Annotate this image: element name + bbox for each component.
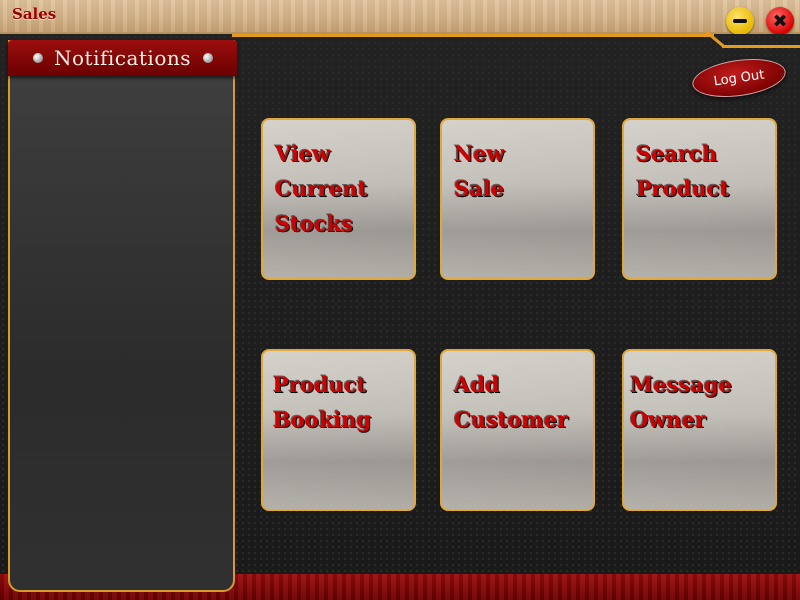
close-button[interactable]: ✖ (766, 7, 794, 35)
search-product-tile[interactable]: Search Product (622, 118, 777, 280)
new-sale-tile[interactable]: New Sale (440, 118, 595, 280)
window-title: Sales (12, 5, 57, 23)
notifications-panel (8, 40, 235, 592)
tile-label: Product Booking (273, 372, 372, 432)
minimize-button[interactable] (726, 7, 754, 35)
product-booking-tile[interactable]: Product Booking (261, 349, 416, 511)
tile-label: View Current Stocks (275, 141, 368, 236)
message-owner-tile[interactable]: Message Owner (622, 349, 777, 511)
add-customer-tile[interactable]: Add Customer (440, 349, 595, 511)
minimize-icon (733, 19, 747, 23)
title-bar: Sales (0, 0, 800, 34)
tile-label: New Sale (454, 141, 505, 201)
accent-divider-right (722, 45, 800, 48)
tile-label: Search Product (636, 141, 730, 201)
accent-divider (232, 34, 714, 37)
tile-label: Message Owner (630, 372, 732, 432)
close-icon: ✖ (772, 10, 788, 32)
notifications-title: Notifications (53, 46, 192, 70)
view-current-stocks-tile[interactable]: View Current Stocks (261, 118, 416, 280)
rivet-icon (203, 53, 213, 63)
tile-label: Add Customer (454, 372, 569, 432)
notifications-header: Notifications (8, 40, 237, 76)
rivet-icon (33, 53, 43, 63)
